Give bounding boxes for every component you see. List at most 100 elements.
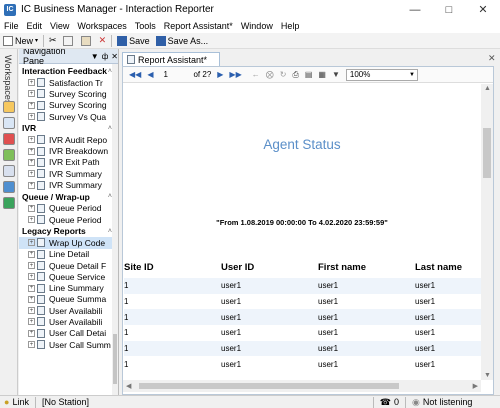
menu-help[interactable]: Help xyxy=(277,21,304,31)
expand-icon[interactable]: + xyxy=(28,273,35,281)
menu-report-assistant[interactable]: Report Assistant* xyxy=(160,21,237,31)
expand-icon[interactable]: + xyxy=(28,284,35,292)
pane-close-icon[interactable]: ✕ xyxy=(111,52,118,61)
menu-window[interactable]: Window xyxy=(237,21,277,31)
nav-section-header[interactable]: Queue / Wrap-up ˄ xyxy=(19,191,118,203)
nav-item[interactable]: + Queue Summa xyxy=(19,294,118,305)
nav-item[interactable]: + IVR Summary xyxy=(19,179,118,190)
nav-item[interactable]: + Queue Service xyxy=(19,271,118,282)
print-layout-icon[interactable]: ▤ xyxy=(305,70,313,79)
page-number-input[interactable]: 1 xyxy=(163,70,189,79)
save-as-button[interactable]: Save As... xyxy=(153,34,212,48)
new-button[interactable]: New ▾ xyxy=(0,34,41,48)
nav-item[interactable]: + Survey Scoring xyxy=(19,100,118,111)
first-page-icon[interactable]: ◀◀ xyxy=(129,70,141,79)
maximize-button[interactable]: □ xyxy=(434,0,464,19)
menu-workspaces[interactable]: Workspaces xyxy=(73,21,130,31)
nav-item[interactable]: + Satisfaction Tr xyxy=(19,77,118,88)
workspace-edit-icon[interactable] xyxy=(3,149,15,161)
workspace-run-icon[interactable] xyxy=(3,197,15,209)
scroll-up-icon[interactable]: ▲ xyxy=(484,85,491,92)
expand-icon[interactable]: + xyxy=(28,329,35,337)
nav-item[interactable]: + User Availabili xyxy=(19,316,118,327)
expand-icon[interactable]: + xyxy=(28,216,35,224)
expand-icon[interactable]: + xyxy=(28,113,35,121)
nav-item[interactable]: + Line Summary xyxy=(19,282,118,293)
refresh-icon[interactable]: ↻ xyxy=(280,70,287,79)
print-icon[interactable]: ⎙ xyxy=(292,70,298,80)
menu-edit[interactable]: Edit xyxy=(23,21,47,31)
nav-section-header[interactable]: Legacy Reports ˄ xyxy=(19,225,118,237)
nav-item[interactable]: + IVR Breakdown xyxy=(19,145,118,156)
expand-icon[interactable]: + xyxy=(28,181,35,189)
listening-status[interactable]: ◉ Not listening xyxy=(408,397,500,408)
report-horizontal-scrollbar-thumb[interactable] xyxy=(139,383,399,389)
expand-icon[interactable]: + xyxy=(28,204,35,212)
nav-item[interactable]: + User Call Detai xyxy=(19,328,118,339)
workspace-help-icon[interactable] xyxy=(3,181,15,193)
nav-section-header[interactable]: IVR ˄ xyxy=(19,122,118,134)
back-icon[interactable]: ← xyxy=(252,70,260,79)
expand-icon[interactable]: + xyxy=(28,318,35,326)
expand-icon[interactable]: + xyxy=(28,158,35,166)
nav-item[interactable]: + User Call Summ xyxy=(19,339,118,350)
page-setup-icon[interactable]: ▦ xyxy=(318,70,326,79)
stop-icon[interactable]: ⨂ xyxy=(266,70,274,79)
next-page-icon[interactable]: ▶ xyxy=(217,70,223,79)
nav-item[interactable]: + Queue Detail F xyxy=(19,260,118,271)
nav-item[interactable]: + Survey Vs Qua xyxy=(19,111,118,122)
expand-icon[interactable]: + xyxy=(28,147,35,155)
nav-item[interactable]: + Survey Scoring xyxy=(19,88,118,99)
nav-item[interactable]: + IVR Exit Path xyxy=(19,157,118,168)
pin-icon[interactable]: ф xyxy=(102,52,109,61)
paste-button[interactable] xyxy=(78,34,96,48)
expand-icon[interactable]: + xyxy=(28,341,35,349)
cut-button[interactable]: ✂ xyxy=(46,34,60,48)
copy-button[interactable] xyxy=(60,34,78,48)
expand-icon[interactable]: + xyxy=(28,250,35,258)
last-page-icon[interactable]: ▶▶ xyxy=(229,70,241,79)
report-vertical-scrollbar[interactable]: ▲ ▼ xyxy=(481,84,493,380)
nav-scrollbar[interactable] xyxy=(112,64,118,395)
export-icon[interactable]: ▼ xyxy=(332,70,340,79)
close-button[interactable]: ✕ xyxy=(468,0,498,19)
expand-icon[interactable]: + xyxy=(28,295,35,303)
expand-icon[interactable]: + xyxy=(28,136,35,144)
expand-icon[interactable]: + xyxy=(28,239,35,247)
nav-item[interactable]: + Wrap Up Code xyxy=(19,237,118,249)
link-status[interactable]: ● Link xyxy=(0,397,33,407)
workspace-home-icon[interactable] xyxy=(3,101,15,113)
nav-item[interactable]: + Queue Period xyxy=(19,203,118,214)
nav-item[interactable]: + IVR Audit Repo xyxy=(19,134,118,145)
minimize-button[interactable]: — xyxy=(400,0,430,19)
scroll-right-icon[interactable]: ▶ xyxy=(473,382,478,390)
tab-report-assistant[interactable]: Report Assistant* xyxy=(122,52,220,66)
nav-item[interactable]: + IVR Summary xyxy=(19,168,118,179)
menu-view[interactable]: View xyxy=(46,21,73,31)
expand-icon[interactable]: + xyxy=(28,79,35,87)
save-button[interactable]: Save xyxy=(114,34,153,48)
nav-item[interactable]: + Line Detail xyxy=(19,249,118,260)
notification-count[interactable]: ☎ 0 xyxy=(376,397,403,408)
report-vertical-scrollbar-thumb[interactable] xyxy=(483,128,491,178)
expand-icon[interactable]: + xyxy=(28,90,35,98)
report-horizontal-scrollbar[interactable]: ◀ ▶ xyxy=(123,380,481,392)
zoom-select[interactable]: 100% ▼ xyxy=(345,68,418,81)
workspace-page-icon[interactable] xyxy=(3,165,15,177)
menu-tools[interactable]: Tools xyxy=(131,21,160,31)
nav-scrollbar-thumb[interactable] xyxy=(113,334,117,384)
expand-icon[interactable]: + xyxy=(28,262,35,269)
expand-icon[interactable]: + xyxy=(28,170,35,178)
pane-dropdown-icon[interactable]: ▼ xyxy=(91,52,99,61)
nav-item[interactable]: + Queue Period xyxy=(19,214,118,225)
close-tab-icon[interactable]: ✕ xyxy=(488,53,496,64)
expand-icon[interactable]: + xyxy=(28,101,35,109)
nav-section-header[interactable]: Interaction Feedback ˄ xyxy=(19,65,118,77)
delete-button[interactable]: ✕ xyxy=(96,34,110,48)
workspace-chart-icon[interactable] xyxy=(3,133,15,145)
scroll-left-icon[interactable]: ◀ xyxy=(126,382,131,390)
menu-file[interactable]: File xyxy=(0,21,23,31)
workspace-report-icon[interactable] xyxy=(3,117,15,129)
nav-item[interactable]: + User Availabili xyxy=(19,305,118,316)
previous-page-icon[interactable]: ◀ xyxy=(147,70,153,79)
